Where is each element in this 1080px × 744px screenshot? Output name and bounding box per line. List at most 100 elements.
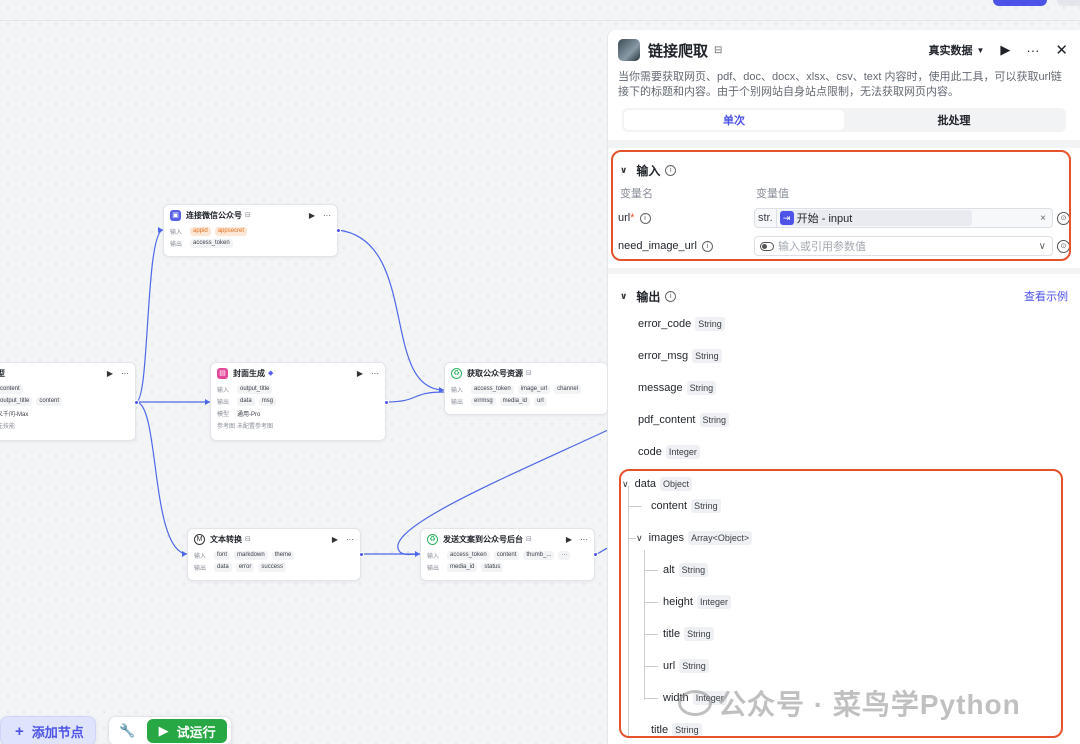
more-icon[interactable]: ···	[323, 211, 331, 220]
output-data-highlight-box	[619, 469, 1063, 738]
run-icon[interactable]: ▶	[566, 535, 572, 544]
output-field: error_msg String	[638, 346, 722, 366]
run-icon[interactable]: ▶	[332, 535, 338, 544]
caret-down-icon: ▼	[976, 45, 985, 55]
node-title: 发送文案到公众号后台	[443, 534, 523, 544]
data-mode-select[interactable]: 真实数据 ▼	[929, 42, 985, 58]
image-gen-icon: ▤	[217, 367, 228, 379]
row-label: 输出	[451, 399, 464, 406]
row-label: 输出	[194, 565, 207, 572]
edge-model-to-wechat	[135, 229, 164, 403]
node-tag: thumb_...	[523, 550, 555, 560]
view-example-link[interactable]: 查看示例	[1024, 288, 1068, 304]
tab-single[interactable]: 单次	[624, 110, 844, 130]
row-label: 参考图	[217, 423, 236, 430]
chevron-down-icon: ∨	[620, 290, 628, 301]
node-cover[interactable]: ▤ 封面生成 ◆ ▶ ··· 输入 output_title 输出 data msg 模…	[210, 362, 389, 441]
recycle-icon: ♻	[427, 533, 438, 545]
more-icon[interactable]: ···	[121, 369, 129, 378]
plugin-badge-icon: ⊟	[714, 44, 723, 56]
output-port[interactable]	[134, 400, 139, 405]
node-text-convert[interactable]: M 文本转换 ⊟ ▶ ··· 输入 font markdown theme 输出 data…	[187, 528, 364, 581]
node-tag: appsecret	[214, 226, 248, 236]
node-skill-text: 无技能	[0, 423, 16, 430]
node-tag: data	[214, 562, 232, 572]
plugin-badge-icon: ⊟	[245, 212, 251, 219]
run-icon[interactable]: ▶	[357, 369, 363, 378]
node-tag: image_url	[517, 384, 551, 394]
node-tag: errmsg	[471, 396, 496, 406]
row-label: 输入	[427, 553, 440, 560]
output-field: pdf_content String	[638, 410, 730, 430]
panel-description: 当你需要获取网页、pdf、doc、docx、xlsx、csv、text 内容时，…	[618, 71, 1062, 98]
more-icon[interactable]: ···	[371, 369, 379, 378]
row-label: 输出	[427, 565, 440, 572]
panel-title: 链接爬取	[648, 42, 709, 60]
wrench-icon[interactable]: 🔧	[119, 723, 135, 739]
more-tags-icon[interactable]: ···	[558, 550, 571, 560]
output-port[interactable]	[593, 552, 598, 557]
node-tag: markdown	[234, 550, 268, 560]
row-label: 输入	[194, 553, 207, 560]
run-icon[interactable]: ▶	[309, 211, 315, 220]
more-icon[interactable]: ···	[580, 535, 588, 544]
node-tag: content	[0, 384, 23, 394]
toolbar-group: 🔧 ▶ 试运行	[108, 716, 232, 744]
node-tag: appid	[190, 226, 211, 236]
output-port[interactable]	[336, 228, 341, 233]
node-title: 文本转换	[210, 534, 242, 544]
reference-image-text: 未配置参考图	[237, 423, 274, 430]
node-title: 获取公众号资源	[467, 368, 523, 378]
field-type: String	[695, 317, 725, 331]
tool-avatar	[618, 39, 640, 61]
recycle-icon: ♻	[451, 367, 462, 379]
field-name: error_code	[638, 318, 692, 330]
plus-icon: +	[15, 722, 24, 740]
node-tag: media_id	[499, 396, 531, 406]
run-icon[interactable]: ▶	[107, 369, 113, 378]
node-model[interactable]: 型 ▶ ··· content output_title content 义千问-M…	[0, 362, 139, 441]
more-icon[interactable]: ···	[346, 535, 354, 544]
field-type: String	[686, 381, 717, 395]
edge-cover-to-resource	[385, 391, 445, 403]
node-tag: channel	[554, 384, 582, 394]
output-port[interactable]	[359, 552, 364, 557]
node-tag: msg	[258, 396, 277, 406]
model-name: 通用-Pro	[237, 411, 261, 418]
add-node-label: 添加节点	[31, 724, 84, 740]
row-label: 模型	[217, 411, 230, 418]
test-run-button[interactable]: ▶ 试运行	[147, 719, 227, 743]
tab-batch[interactable]: 批处理	[844, 110, 1064, 130]
output-header[interactable]: ∨ 输出 i 查看示例	[608, 284, 1080, 308]
row-label: 输出	[217, 399, 230, 406]
node-send-article[interactable]: ♻ 发送文案到公众号后台 ⊟ ▶ ··· 输入 access_token conten…	[420, 528, 598, 581]
node-tag: url	[534, 396, 547, 406]
field-name: code	[638, 446, 662, 458]
diamond-icon: ◆	[268, 370, 274, 377]
output-field: message String	[638, 378, 717, 398]
more-icon[interactable]: ···	[1026, 43, 1039, 58]
row-label: 输出	[170, 241, 183, 248]
markdown-icon: M	[194, 533, 205, 545]
node-tag: output_title	[237, 384, 273, 394]
section-divider	[608, 140, 1080, 148]
row-label: 输入	[451, 387, 464, 394]
close-icon[interactable]: ✕	[1055, 41, 1068, 59]
node-tag: access_token	[471, 384, 514, 394]
node-tag: media_id	[447, 562, 478, 572]
info-icon[interactable]: i	[665, 290, 677, 302]
output-field: error_code String	[638, 314, 725, 334]
input-highlight-box	[611, 150, 1071, 261]
output-heading: 输出	[636, 289, 661, 304]
output-port[interactable]	[384, 400, 389, 405]
node-tag: theme	[271, 550, 295, 560]
node-wechat-link[interactable]: ▣ 连接微信公众号 ⊟ ▶ ··· 输入 appid appsecret 输出 acce…	[163, 204, 341, 257]
node-tag: content	[493, 550, 520, 560]
node-tag: access_token	[190, 238, 233, 248]
field-name: pdf_content	[638, 414, 696, 426]
node-get-resource[interactable]: ♻ 获取公众号资源 ⊟ 输入 access_token image_url chann…	[444, 362, 608, 415]
add-node-button[interactable]: + 添加节点	[0, 716, 96, 744]
node-model-title: 型	[0, 368, 5, 378]
field-type: String	[692, 349, 722, 363]
run-icon[interactable]: ▶	[1000, 42, 1010, 58]
